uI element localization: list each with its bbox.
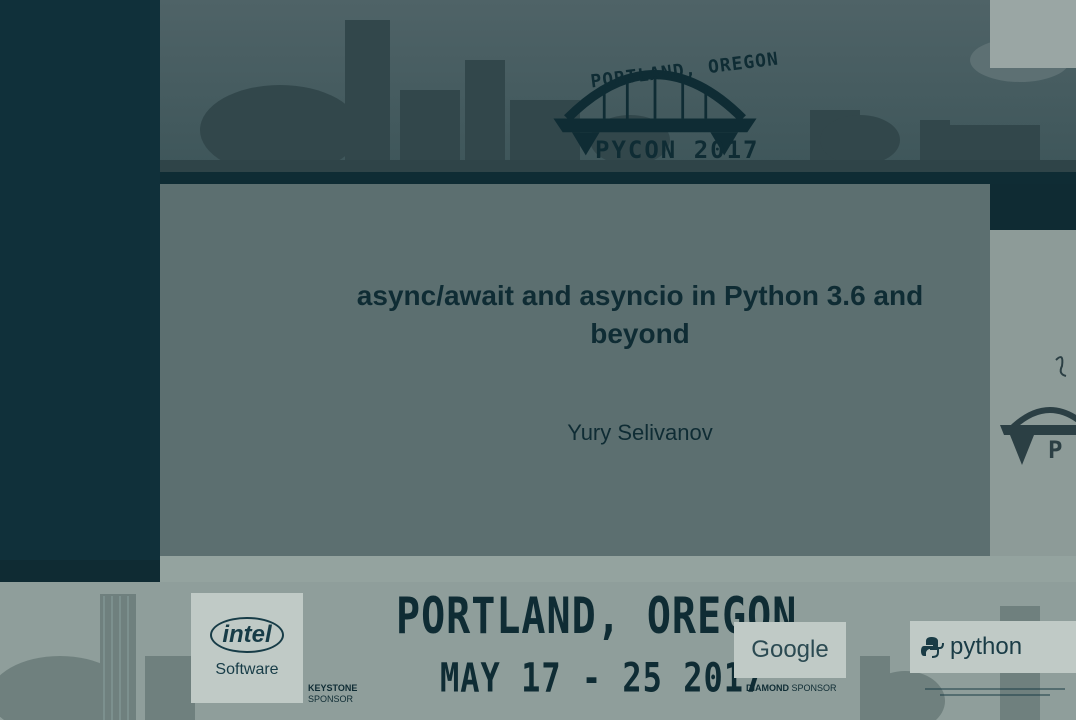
illegible-fineprint bbox=[925, 688, 1065, 696]
presentation-slide: async/await and asyncio in Python 3.6 an… bbox=[160, 184, 990, 556]
footer-dates: MAY 17 - 25 2017 bbox=[440, 654, 765, 702]
intel-logo: intel bbox=[210, 617, 284, 653]
intel-sub-label: Software bbox=[215, 661, 279, 678]
side-logo-card: P bbox=[990, 230, 1076, 560]
partial-bridge-logo: P bbox=[1000, 356, 1076, 465]
video-frame: PORTLAND, OREGON PYCON 2017 async/await … bbox=[0, 0, 1076, 720]
slide-title-line-1: async/await and asyncio in Python 3.6 an… bbox=[356, 280, 924, 311]
sponsor-tier-suffix: SPONSOR bbox=[791, 683, 837, 693]
google-sponsor-card: Google bbox=[734, 622, 846, 678]
sponsor-tier: DIAMOND bbox=[746, 683, 789, 693]
bottom-divider bbox=[160, 556, 1076, 582]
diamond-sponsor-label: DIAMOND SPONSOR bbox=[746, 683, 837, 694]
svg-text:P: P bbox=[1048, 436, 1062, 464]
sponsor-tier: KEYSTONE bbox=[308, 683, 358, 693]
left-dark-panel bbox=[0, 0, 160, 560]
google-logo: Google bbox=[751, 636, 829, 663]
corner-card bbox=[990, 0, 1076, 68]
sponsor-tier-suffix: SPONSOR bbox=[308, 694, 354, 704]
banner-divider bbox=[160, 172, 1076, 184]
keystone-sponsor-label: KEYSTONE SPONSOR bbox=[308, 683, 357, 705]
logo-event-text: PYCON 2017 bbox=[595, 136, 760, 164]
slide-title-line-2: beyond bbox=[590, 318, 690, 349]
python-sponsor-fineprint bbox=[920, 686, 1070, 707]
python-sponsor-card: python bbox=[910, 621, 1076, 673]
intel-sponsor-card: intel Software bbox=[191, 593, 303, 703]
python-logo: python bbox=[950, 633, 1023, 660]
slide-author: Yury Selivanov bbox=[567, 420, 713, 445]
python-snake-icon bbox=[921, 637, 944, 658]
